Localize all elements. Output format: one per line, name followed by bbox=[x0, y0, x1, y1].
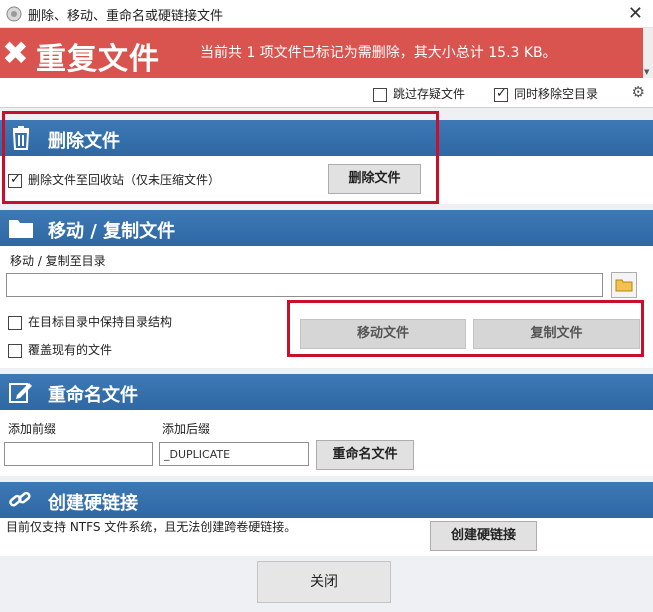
move-section-body: 移动 / 复制至目录 在目标目录中保持目录结构 覆盖现有的文件 移动文件 复制文… bbox=[0, 246, 653, 368]
banner-title: 重复文件 bbox=[36, 42, 160, 77]
suffix-label: 添加后缀 bbox=[162, 422, 211, 436]
window-titlebar: 删除、移动、重命名或硬链接文件 ✕ bbox=[0, 0, 653, 28]
hardlink-section-header: 创建硬链接 bbox=[0, 482, 653, 518]
close-button[interactable]: 关闭 bbox=[257, 561, 391, 603]
hardlink-section-body: 目前仅支持 NTFS 文件系统，且无法创建跨卷硬链接。 创建硬链接 bbox=[0, 518, 653, 556]
delete-section-header: 删除文件 bbox=[0, 120, 653, 156]
open-folder-icon bbox=[615, 279, 633, 292]
window-title: 删除、移动、重命名或硬链接文件 bbox=[28, 9, 224, 24]
target-dir-label: 移动 / 复制至目录 bbox=[10, 254, 106, 268]
link-icon bbox=[9, 491, 31, 507]
skip-archive-checkbox[interactable] bbox=[373, 87, 387, 102]
scroll-down-icon[interactable]: ▼ bbox=[644, 68, 649, 76]
banner-info: 当前共 1 项文件已标记为需删除，其大小总计 15.3 KB。 bbox=[200, 45, 557, 61]
recycle-checkbox[interactable] bbox=[8, 172, 22, 188]
prefix-input[interactable] bbox=[4, 442, 153, 466]
recycle-label: 删除文件至回收站（仅未压缩文件） bbox=[28, 173, 221, 187]
create-hardlink-button[interactable]: 创建硬链接 bbox=[430, 521, 537, 551]
skip-archive-label: 跳过存疑文件 bbox=[393, 87, 466, 101]
app-icon bbox=[6, 6, 22, 22]
hardlink-section-title: 创建硬链接 bbox=[48, 493, 138, 514]
folder-icon bbox=[9, 220, 33, 238]
delete-section-body: 删除文件至回收站（仅未压缩文件） 删除文件 bbox=[0, 156, 653, 204]
delete-section-title: 删除文件 bbox=[48, 131, 120, 152]
recycle-option[interactable]: 删除文件至回收站（仅未压缩文件） bbox=[8, 171, 220, 188]
remove-empty-dirs-option[interactable]: 同时移除空目录 bbox=[494, 85, 598, 102]
remove-empty-dirs-label: 同时移除空目录 bbox=[514, 87, 599, 101]
skip-archive-option[interactable]: 跳过存疑文件 bbox=[373, 85, 465, 102]
target-dir-input[interactable] bbox=[6, 273, 603, 297]
gear-icon[interactable]: ⚙ bbox=[632, 83, 645, 101]
trash-icon bbox=[12, 126, 30, 150]
delete-files-button[interactable]: 删除文件 bbox=[328, 164, 421, 194]
edit-icon bbox=[9, 383, 32, 403]
copy-files-button[interactable]: 复制文件 bbox=[473, 319, 640, 349]
duplicate-banner: ✖ 重复文件 当前共 1 项文件已标记为需删除，其大小总计 15.3 KB。 ▼ bbox=[0, 28, 653, 78]
window-close-icon[interactable]: ✕ bbox=[628, 3, 643, 24]
move-section-header: 移动 / 复制文件 bbox=[0, 210, 653, 246]
options-bar: 跳过存疑文件 同时移除空目录 ⚙ bbox=[0, 78, 653, 108]
move-section-title: 移动 / 复制文件 bbox=[48, 221, 176, 242]
overwrite-label: 覆盖现有的文件 bbox=[28, 343, 113, 357]
suffix-input[interactable] bbox=[159, 442, 309, 466]
rename-section-body: 添加前缀 添加后缀 重命名文件 bbox=[0, 410, 653, 476]
keep-structure-label: 在目标目录中保持目录结构 bbox=[28, 315, 173, 329]
rename-files-button[interactable]: 重命名文件 bbox=[316, 440, 414, 470]
overwrite-option[interactable]: 覆盖现有的文件 bbox=[8, 341, 112, 358]
rename-section-title: 重命名文件 bbox=[48, 385, 138, 406]
move-files-button[interactable]: 移动文件 bbox=[300, 319, 466, 349]
x-icon: ✖ bbox=[2, 34, 29, 72]
browse-folder-button[interactable] bbox=[611, 272, 637, 298]
overwrite-checkbox[interactable] bbox=[8, 343, 22, 358]
hardlink-note: 目前仅支持 NTFS 文件系统，且无法创建跨卷硬链接。 bbox=[6, 520, 297, 534]
rename-section-header: 重命名文件 bbox=[0, 374, 653, 410]
scrollbar[interactable]: ▼ bbox=[643, 28, 653, 78]
prefix-label: 添加前缀 bbox=[8, 422, 57, 436]
keep-structure-checkbox[interactable] bbox=[8, 315, 22, 330]
keep-structure-option[interactable]: 在目标目录中保持目录结构 bbox=[8, 313, 172, 330]
remove-empty-dirs-checkbox[interactable] bbox=[494, 86, 508, 102]
